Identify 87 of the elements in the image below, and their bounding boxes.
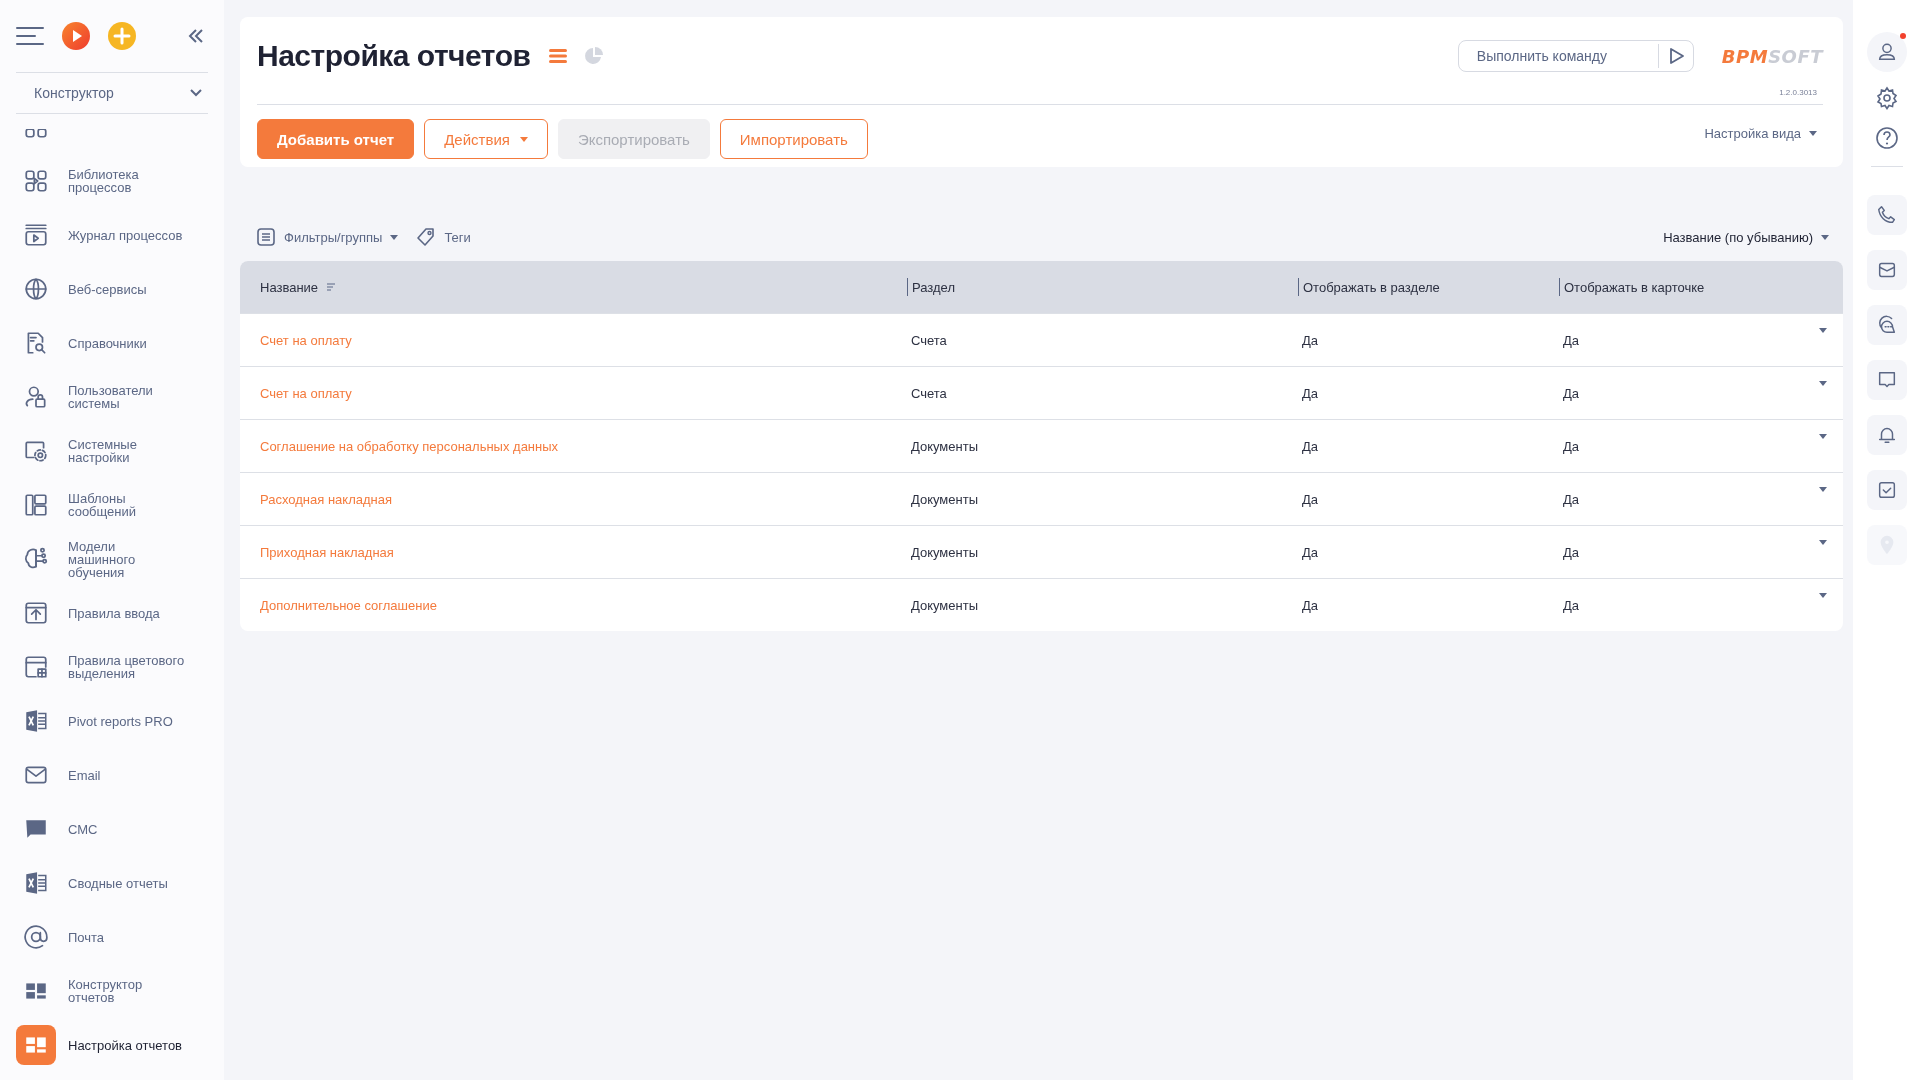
help-icon[interactable] bbox=[1874, 126, 1899, 150]
table-cell: Да bbox=[1563, 332, 1580, 348]
phone-button[interactable] bbox=[1866, 195, 1907, 235]
table-cell: Счета bbox=[911, 385, 947, 401]
column-header[interactable]: Раздел bbox=[912, 279, 955, 295]
settings-icon bbox=[23, 438, 49, 464]
table-cell: Да bbox=[1302, 438, 1319, 454]
caret-icon[interactable] bbox=[1819, 540, 1827, 545]
table-cell: Да bbox=[1563, 544, 1580, 560]
caret-icon[interactable] bbox=[1819, 381, 1827, 386]
profile-button[interactable] bbox=[1866, 32, 1907, 72]
section-dropdown[interactable]: Конструктор bbox=[16, 72, 208, 114]
table-cell: Да bbox=[1302, 332, 1319, 348]
spreadsheet-icon bbox=[23, 708, 49, 734]
sidebar-item[interactable]: Правила цветового выделения bbox=[16, 640, 208, 694]
page-title: Настройка отчетов bbox=[257, 39, 531, 73]
caret-icon[interactable] bbox=[1819, 593, 1827, 598]
sidebar-item[interactable]: Настройка отчетов bbox=[16, 1018, 208, 1072]
chevron-down-icon bbox=[190, 89, 202, 97]
checkbox-button[interactable] bbox=[1866, 470, 1907, 510]
sidebar-item[interactable]: Библиотека процессов bbox=[16, 154, 208, 208]
sidebar-item[interactable]: Правила ввода bbox=[16, 586, 208, 640]
sidebar-item[interactable]: Справочники bbox=[16, 316, 208, 370]
process-library-icon bbox=[23, 168, 49, 194]
bell-button[interactable] bbox=[1866, 415, 1907, 455]
list-view-icon[interactable] bbox=[548, 46, 569, 66]
filter-list-icon bbox=[256, 227, 276, 247]
table-cell: Документы bbox=[911, 597, 978, 613]
sidebar-item[interactable]: Шаблоны сообщений bbox=[16, 478, 208, 532]
table-cell: Да bbox=[1563, 385, 1580, 401]
tags-button[interactable]: Теги bbox=[416, 227, 471, 247]
sidebar-item[interactable]: Pivot reports PRO bbox=[16, 694, 208, 748]
command-input[interactable]: Выполнить команду bbox=[1474, 47, 1654, 65]
tag-icon bbox=[416, 227, 437, 247]
menu-icon[interactable] bbox=[16, 26, 44, 46]
caret-icon[interactable] bbox=[1819, 434, 1827, 439]
column-header[interactable]: Отображать в разделе bbox=[1303, 279, 1440, 295]
play-icon[interactable] bbox=[62, 22, 90, 50]
version-label: 1.2.0.3013 bbox=[1778, 88, 1818, 98]
upload-icon bbox=[23, 600, 49, 626]
at-sign-icon bbox=[23, 924, 49, 950]
process-log-icon bbox=[23, 222, 49, 248]
view-settings-dropdown[interactable]: Настройка вида bbox=[1704, 125, 1817, 141]
table-cell: Да bbox=[1563, 491, 1580, 507]
collapse-icon[interactable] bbox=[188, 28, 204, 44]
sidebar-item[interactable]: Пользователи системы bbox=[16, 370, 208, 424]
table-cell: Да bbox=[1302, 385, 1319, 401]
message-button[interactable] bbox=[1866, 360, 1907, 400]
caret-icon[interactable] bbox=[1819, 487, 1827, 492]
table-cell: Да bbox=[1302, 544, 1319, 560]
filter-groups-dropdown[interactable]: Фильтры/группы bbox=[256, 227, 399, 247]
table-cell: Да bbox=[1302, 491, 1319, 507]
user-lock-icon bbox=[23, 384, 49, 410]
settings-icon[interactable] bbox=[1874, 86, 1899, 110]
sidebar-item[interactable]: Журнал процессов bbox=[16, 208, 208, 262]
caret-icon bbox=[1821, 234, 1829, 240]
globe-icon bbox=[23, 276, 49, 302]
caret-icon bbox=[1809, 130, 1817, 136]
template-icon bbox=[23, 492, 49, 518]
sidebar-item[interactable]: Email bbox=[16, 748, 208, 802]
spreadsheet-icon bbox=[23, 870, 49, 896]
table-cell: Документы bbox=[911, 491, 978, 507]
sort-dropdown[interactable]: Название (по убыванию) bbox=[1663, 229, 1829, 245]
table-cell: Да bbox=[1563, 438, 1580, 454]
run-icon[interactable] bbox=[1668, 47, 1685, 65]
caret-icon[interactable] bbox=[1819, 328, 1827, 333]
table-cell: Документы bbox=[911, 438, 978, 454]
column-header[interactable]: Название bbox=[260, 279, 319, 295]
color-rule-icon bbox=[23, 654, 49, 680]
sidebar-item[interactable]: Почта bbox=[16, 910, 208, 964]
envelope-button[interactable] bbox=[1866, 250, 1907, 290]
sidebar-item[interactable]: Системные настройки bbox=[16, 424, 208, 478]
table-cell: Документы bbox=[911, 544, 978, 560]
sidebar-item[interactable]: Модели машинного обучения bbox=[16, 532, 208, 586]
chat-button[interactable] bbox=[1866, 305, 1907, 345]
caret-icon bbox=[390, 234, 399, 240]
command-field[interactable]: Выполнить команду bbox=[1457, 40, 1694, 72]
sidebar-item[interactable]: Конструктор отчетов bbox=[16, 964, 208, 1018]
table-cell: Да bbox=[1302, 597, 1319, 613]
phone-icon bbox=[1875, 204, 1898, 226]
sidebar-item[interactable]: Веб-сервисы bbox=[16, 262, 208, 316]
table-cell: Да bbox=[1563, 597, 1580, 613]
sidebar-item[interactable]: Сводные отчеты bbox=[16, 856, 208, 910]
table-cell: Счета bbox=[911, 332, 947, 348]
caret-icon bbox=[519, 136, 528, 142]
sidebar-item[interactable]: СМС bbox=[16, 802, 208, 856]
column-header[interactable]: Отображать в карточке bbox=[1564, 279, 1705, 295]
